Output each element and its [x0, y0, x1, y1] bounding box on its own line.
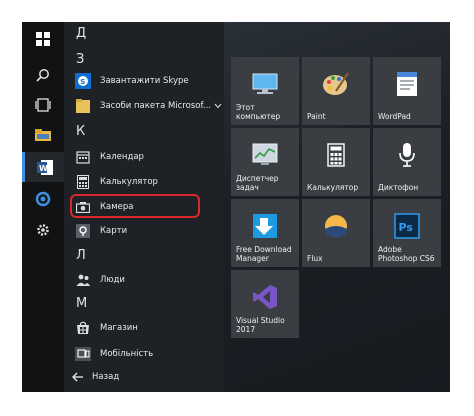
app-label: Магазин — [100, 323, 138, 333]
task-manager-icon — [231, 140, 299, 170]
tile-free-download-manager[interactable]: Free Download Manager — [231, 199, 299, 267]
app-label: Мобільність — [100, 349, 154, 359]
tile-calculator[interactable]: Калькулятор — [302, 128, 370, 196]
chevron-down-icon[interactable] — [214, 103, 222, 109]
app-calendar[interactable]: Календар — [74, 146, 222, 168]
start-rail: W — [22, 22, 64, 392]
sync-button[interactable] — [22, 184, 64, 214]
app-skype[interactable]: S Завантажити Skype — [74, 70, 222, 92]
svg-text:W: W — [39, 164, 48, 173]
tile-label: Free Download Manager — [236, 245, 292, 263]
tile-dictaphone[interactable]: Диктофон — [373, 128, 441, 196]
mobility-icon — [74, 345, 92, 363]
calendar-icon — [74, 148, 92, 166]
photoshop-glyph: Ps — [399, 221, 414, 234]
back-button[interactable]: Назад — [72, 372, 119, 382]
sync-icon — [35, 191, 51, 207]
tile-label: Flux — [307, 254, 323, 263]
tile-label: Visual Studio 2017 — [236, 316, 285, 334]
calculator-icon — [74, 173, 92, 191]
folder-icon — [35, 129, 51, 141]
office-folder-icon — [74, 97, 92, 115]
computer-icon — [231, 69, 299, 99]
app-label: Калькулятор — [100, 177, 158, 187]
letter-header-z[interactable]: З — [76, 52, 84, 67]
app-maps[interactable]: Карти — [74, 220, 222, 242]
letter-header-m[interactable]: М — [76, 296, 87, 311]
app-label: Засоби пакета Microsof... — [100, 101, 210, 111]
search-button[interactable] — [22, 60, 64, 90]
tile-label: Adobe Photoshop CS6 — [378, 245, 435, 263]
tile-label: Диктофон — [378, 183, 419, 192]
wordpad-icon — [373, 69, 441, 99]
tile-paint[interactable]: Paint — [302, 57, 370, 125]
start-menu: W Д З S Завантажити Skype Засоби пакета … — [22, 22, 450, 392]
gear-icon — [37, 224, 49, 236]
letter-header-k[interactable]: К — [76, 124, 85, 139]
app-people[interactable]: Люди — [74, 269, 222, 291]
settings-button[interactable] — [22, 215, 64, 245]
windows-icon — [36, 32, 50, 46]
tile-label: Paint — [307, 112, 326, 121]
tile-visual-studio[interactable]: Visual Studio 2017 — [231, 270, 299, 338]
app-label: Люди — [100, 275, 125, 285]
tile-flux[interactable]: Flux — [302, 199, 370, 267]
paint-icon — [302, 69, 370, 99]
app-calculator[interactable]: Калькулятор — [74, 171, 222, 193]
people-icon — [74, 271, 92, 289]
tile-this-pc[interactable]: Этот компьютер — [231, 57, 299, 125]
tile-task-manager[interactable]: Диспетчер задач — [231, 128, 299, 196]
skype-icon: S — [74, 72, 92, 90]
store-icon — [74, 319, 92, 337]
flux-icon — [302, 211, 370, 241]
tile-label: Диспетчер задач — [236, 174, 279, 192]
app-store[interactable]: Магазин — [74, 317, 222, 339]
tile-label: Калькулятор — [307, 183, 359, 192]
word-icon: W — [36, 159, 53, 175]
letter-header-l[interactable]: Л — [76, 248, 86, 263]
svg-text:S: S — [80, 78, 85, 86]
tile-label: WordPad — [378, 112, 411, 121]
fdm-icon — [231, 211, 299, 241]
app-label: Завантажити Skype — [100, 76, 189, 86]
back-label: Назад — [92, 372, 120, 382]
app-label: Календар — [100, 152, 144, 162]
app-mobility[interactable]: Мобільність — [74, 343, 222, 365]
app-label: Карти — [100, 226, 128, 236]
letter-header-d[interactable]: Д — [76, 26, 86, 41]
start-button[interactable] — [22, 24, 64, 54]
arrow-left-icon — [72, 372, 83, 382]
microphone-icon — [373, 140, 441, 170]
tile-label: Этот компьютер — [236, 103, 281, 121]
task-view-icon — [35, 98, 51, 112]
tiles-area: Этот компьютер Paint WordPad Диспетчер з… — [224, 22, 450, 392]
calculator-icon — [302, 140, 370, 170]
tile-wordpad[interactable]: WordPad — [373, 57, 441, 125]
maps-icon — [74, 222, 92, 240]
visual-studio-icon — [231, 282, 299, 312]
search-icon — [36, 69, 49, 82]
photoshop-icon: Ps — [373, 211, 441, 241]
camera-highlight-frame — [70, 194, 200, 218]
file-explorer-button[interactable] — [22, 120, 64, 150]
word-button[interactable]: W — [22, 152, 64, 182]
task-view-button[interactable] — [22, 90, 64, 120]
tile-photoshop[interactable]: Ps Adobe Photoshop CS6 — [373, 199, 441, 267]
app-office-tools[interactable]: Засоби пакета Microsof... — [74, 95, 222, 117]
